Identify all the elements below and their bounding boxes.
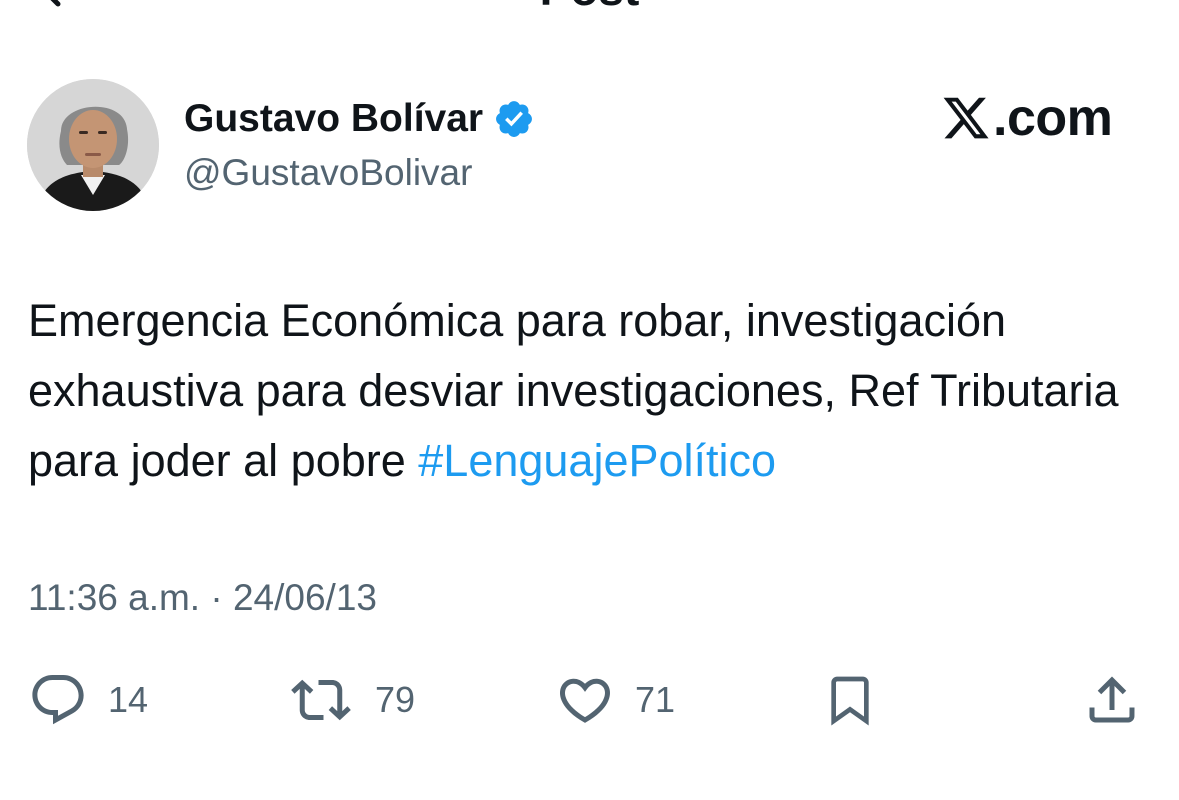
verified-badge-icon[interactable]	[493, 98, 535, 140]
tweet-timestamp[interactable]: 11:36 a.m. · 24/06/13	[28, 574, 377, 622]
share-button[interactable]	[1082, 668, 1142, 732]
bookmark-button[interactable]	[822, 668, 878, 732]
tweet-text: Emergencia Económica para robar, investi…	[28, 286, 1153, 496]
share-icon	[1082, 670, 1142, 730]
author-handle[interactable]: @GustavoBolivar	[184, 148, 472, 198]
retweet-icon	[287, 670, 355, 730]
bookmark-icon	[822, 669, 878, 731]
brand-watermark: .com	[941, 88, 1113, 148]
reply-icon	[28, 670, 88, 730]
author-name-row: Gustavo Bolívar	[184, 94, 535, 144]
reply-button[interactable]: 14	[28, 668, 148, 732]
heart-icon	[555, 670, 615, 730]
avatar[interactable]	[27, 79, 159, 211]
top-bar: Post	[0, 0, 1179, 40]
like-count: 71	[635, 679, 676, 720]
page-title: Post	[0, 0, 1179, 12]
like-button[interactable]: 71	[555, 668, 675, 732]
hashtag-link[interactable]: #LenguajePolítico	[418, 435, 776, 486]
retweet-count: 79	[375, 679, 416, 720]
x-logo-icon	[941, 93, 991, 143]
author-display-name[interactable]: Gustavo Bolívar	[184, 94, 483, 144]
reply-count: 14	[108, 679, 149, 720]
retweet-button[interactable]: 79	[287, 668, 415, 732]
brand-text: .com	[993, 89, 1113, 147]
